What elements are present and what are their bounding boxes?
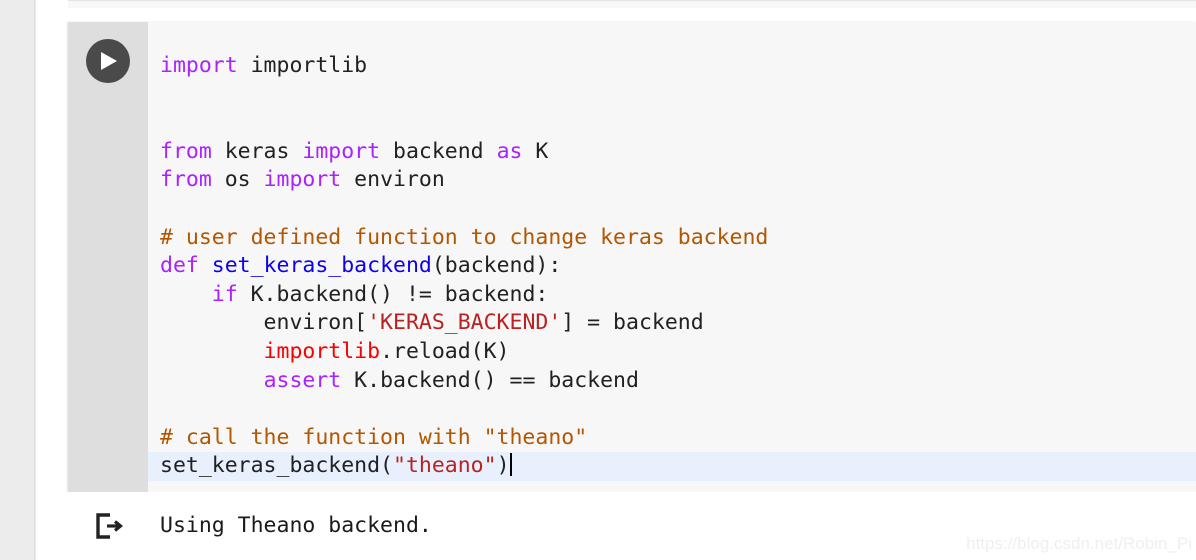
- output-gutter: [68, 492, 148, 560]
- code-token: 'KERAS_BACKEND': [367, 310, 562, 336]
- code-token: importlib: [263, 338, 381, 364]
- left-rail: [0, 0, 34, 560]
- code-line[interactable]: if K.backend() != backend:: [148, 281, 1196, 310]
- code-token: os: [211, 167, 264, 193]
- code-token: environ: [341, 167, 445, 193]
- code-token: ): [496, 453, 510, 479]
- output-arrow-icon: [94, 512, 124, 545]
- watermark: https://blog.csdn.net/Robin_Pi: [966, 534, 1192, 553]
- code-token: K.backend() != backend:: [237, 281, 549, 307]
- code-token: set_keras_backend(: [160, 453, 393, 479]
- code-token: importlib: [237, 53, 368, 78]
- code-token: import: [263, 167, 342, 193]
- code-token: def: [160, 253, 199, 279]
- code-line[interactable]: def set_keras_backend(backend):: [148, 252, 1196, 281]
- code-token: backend: [380, 138, 497, 164]
- code-token: from: [160, 138, 212, 164]
- code-lines[interactable]: import importlib from keras import backe…: [148, 52, 1196, 481]
- code-line[interactable]: [148, 81, 1196, 110]
- code-token: set_keras_backend: [211, 253, 432, 279]
- code-token: (backend):: [431, 253, 562, 279]
- code-token: # call the function with "theano": [160, 424, 588, 450]
- code-line[interactable]: [148, 195, 1196, 224]
- code-token: ] = backend: [561, 310, 704, 336]
- play-icon: [98, 50, 118, 72]
- code-token: if: [211, 281, 238, 307]
- code-line[interactable]: [148, 395, 1196, 424]
- code-line[interactable]: assert K.backend() == backend: [148, 367, 1196, 396]
- code-line[interactable]: set_keras_backend("theano"): [148, 452, 1196, 481]
- code-token: # user defined function to change keras …: [160, 224, 769, 250]
- code-cell[interactable]: import importlib from keras import backe…: [68, 22, 1196, 492]
- code-line[interactable]: # call the function with "theano": [148, 424, 1196, 453]
- output-stream-text: Using Theano backend.: [160, 513, 432, 538]
- code-line[interactable]: [148, 109, 1196, 138]
- code-line[interactable]: from keras import backend as K: [148, 138, 1196, 167]
- code-token: import: [302, 138, 381, 164]
- code-token: .reload(K): [380, 338, 510, 364]
- code-token: assert: [263, 367, 342, 393]
- code-line[interactable]: environ['KERAS_BACKEND'] = backend: [148, 309, 1196, 338]
- code-token: "theano": [393, 453, 497, 479]
- code-editor[interactable]: import importlib from keras import backe…: [148, 22, 1196, 492]
- run-cell-button[interactable]: [86, 39, 130, 83]
- text-cursor: [509, 453, 512, 477]
- code-token: import: [160, 53, 238, 78]
- notebook-page: import importlib from keras import backe…: [0, 0, 1196, 560]
- code-line[interactable]: import importlib: [148, 52, 1196, 81]
- code-line[interactable]: # user defined function to change keras …: [148, 224, 1196, 253]
- code-token: from: [160, 167, 212, 193]
- previous-cell-sliver: [68, 0, 1196, 8]
- code-line[interactable]: importlib.reload(K): [148, 338, 1196, 367]
- code-token: K.backend() == backend: [341, 367, 639, 393]
- code-token: as: [496, 138, 523, 164]
- code-cell-gutter: [68, 22, 148, 492]
- code-token: K: [522, 138, 549, 164]
- code-line[interactable]: from os import environ: [148, 166, 1196, 195]
- code-token: environ[: [160, 310, 368, 336]
- left-rail-edge: [34, 0, 37, 560]
- code-token: keras: [211, 138, 303, 164]
